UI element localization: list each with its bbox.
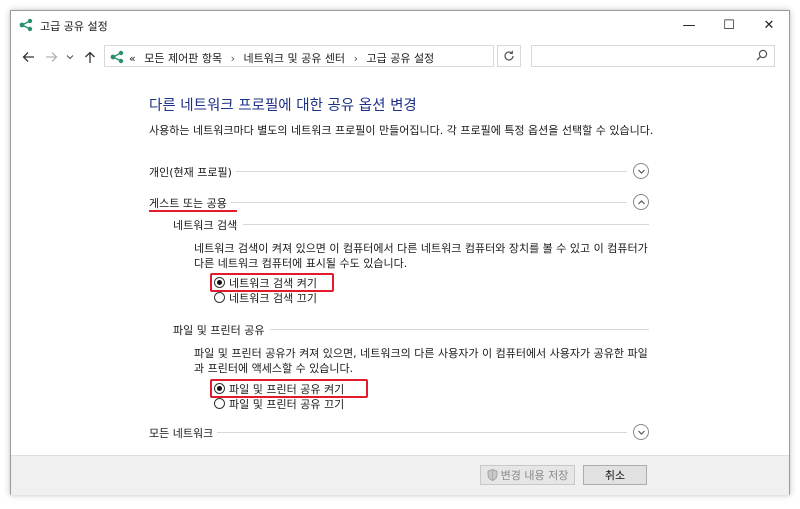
- arrow-right-icon: [45, 52, 57, 62]
- page-title: 다른 네트워크 프로필에 대한 공유 옵션 변경: [149, 98, 417, 114]
- arrow-left-icon: [22, 52, 34, 62]
- advanced-sharing-window: 고급 공유 설정 — ☐ ✕ « 모든 제어판 항목 › 네트워크 및 공유 센…: [10, 10, 790, 495]
- chevron-down-icon: [66, 55, 74, 60]
- expand-private-button[interactable]: [633, 163, 649, 179]
- network-discovery-header: 네트워크 검색: [173, 217, 649, 233]
- close-button[interactable]: ✕: [749, 11, 789, 39]
- search-box[interactable]: [531, 45, 775, 67]
- radio-label[interactable]: 네트워크 검색 끄기: [229, 290, 317, 306]
- title-bar: 고급 공유 설정 — ☐ ✕: [11, 11, 789, 39]
- profile-header-private[interactable]: 개인(현재 프로필): [149, 163, 649, 181]
- refresh-icon: [504, 50, 514, 61]
- file-printer-sharing-heading: 파일 및 프린터 공유: [173, 322, 271, 338]
- highlight-underline: [149, 210, 237, 212]
- radio-indicator[interactable]: [214, 292, 225, 303]
- up-button[interactable]: [81, 47, 99, 67]
- profile-label-private: 개인(현재 프로필): [149, 164, 236, 180]
- radio-file-sharing-on[interactable]: 파일 및 프린터 공유 켜기: [214, 381, 344, 396]
- maximize-button[interactable]: ☐: [709, 11, 749, 39]
- collapse-guest-button[interactable]: [633, 194, 649, 210]
- radio-network-discovery-on[interactable]: 네트워크 검색 켜기: [214, 275, 317, 290]
- chevron-down-icon: [637, 169, 645, 174]
- save-changes-button[interactable]: 변경 내용 저장: [480, 465, 575, 485]
- file-printer-sharing-description: 파일 및 프린터 공유가 켜져 있으면, 네트워크의 다른 사용자가 이 컴퓨터…: [194, 347, 648, 375]
- breadcrumb-advanced-sharing[interactable]: 고급 공유 설정: [366, 52, 434, 65]
- breadcrumb-all-control-panel[interactable]: 모든 제어판 항목: [144, 52, 222, 65]
- radio-network-discovery-off[interactable]: 네트워크 검색 끄기: [214, 290, 317, 305]
- section-divider: [149, 432, 627, 433]
- breadcrumb-separator: ›: [353, 52, 358, 65]
- radio-indicator[interactable]: [214, 398, 225, 409]
- footer-bar: 변경 내용 저장 취소: [11, 455, 789, 495]
- shield-icon: [487, 469, 498, 481]
- cancel-button[interactable]: 취소: [583, 465, 647, 485]
- network-sharing-icon: [19, 18, 33, 32]
- forward-button[interactable]: [42, 47, 60, 67]
- search-input[interactable]: [536, 47, 750, 67]
- navigation-bar: « 모든 제어판 항목 › 네트워크 및 공유 센터 › 고급 공유 설정: [11, 41, 789, 73]
- page-description: 사용하는 네트워크마다 별도의 네트워크 프로필이 만들어집니다. 각 프로필에…: [149, 124, 654, 137]
- radio-file-sharing-off[interactable]: 파일 및 프린터 공유 끄기: [214, 396, 344, 411]
- breadcrumb-network-sharing-center[interactable]: 네트워크 및 공유 센터: [243, 52, 345, 65]
- file-printer-sharing-header: 파일 및 프린터 공유: [173, 322, 649, 338]
- arrow-up-icon: [85, 51, 95, 63]
- search-icon: [756, 49, 768, 61]
- chevron-up-icon: [637, 199, 645, 204]
- subsection-divider: [173, 224, 649, 225]
- network-sharing-icon: [110, 50, 124, 64]
- profile-header-all[interactable]: 모든 네트워크: [149, 424, 649, 442]
- breadcrumb: « 모든 제어판 항목 › 네트워크 및 공유 센터 › 고급 공유 설정: [129, 50, 439, 66]
- cancel-label: 취소: [604, 469, 626, 482]
- radio-label[interactable]: 네트워크 검색 켜기: [229, 275, 317, 291]
- profile-label-guest: 게스트 또는 공용: [149, 195, 231, 211]
- radio-label[interactable]: 파일 및 프린터 공유 끄기: [229, 396, 344, 412]
- network-discovery-description: 네트워크 검색이 켜져 있으면 이 컴퓨터에서 다른 네트워크 컴퓨터와 장치를…: [194, 242, 648, 270]
- profile-label-all: 모든 네트워크: [149, 425, 218, 441]
- window-title: 고급 공유 설정: [40, 20, 108, 33]
- refresh-button[interactable]: [497, 45, 521, 67]
- breadcrumb-separator: ›: [230, 52, 235, 65]
- main-content: 다른 네트워크 프로필에 대한 공유 옵션 변경 사용하는 네트워크마다 별도의…: [11, 73, 789, 455]
- chevron-down-icon: [637, 430, 645, 435]
- radio-label[interactable]: 파일 및 프린터 공유 켜기: [229, 381, 344, 397]
- network-discovery-heading: 네트워크 검색: [173, 217, 244, 233]
- recent-locations-button[interactable]: [64, 47, 76, 67]
- radio-indicator[interactable]: [214, 277, 225, 288]
- radio-indicator[interactable]: [214, 383, 225, 394]
- address-bar[interactable]: « 모든 제어판 항목 › 네트워크 및 공유 센터 › 고급 공유 설정: [104, 45, 576, 67]
- expand-all-button[interactable]: [633, 424, 649, 440]
- breadcrumb-overflow[interactable]: «: [129, 52, 136, 65]
- back-button[interactable]: [19, 47, 37, 67]
- save-changes-label: 변경 내용 저장: [500, 469, 569, 482]
- minimize-button[interactable]: —: [669, 11, 709, 39]
